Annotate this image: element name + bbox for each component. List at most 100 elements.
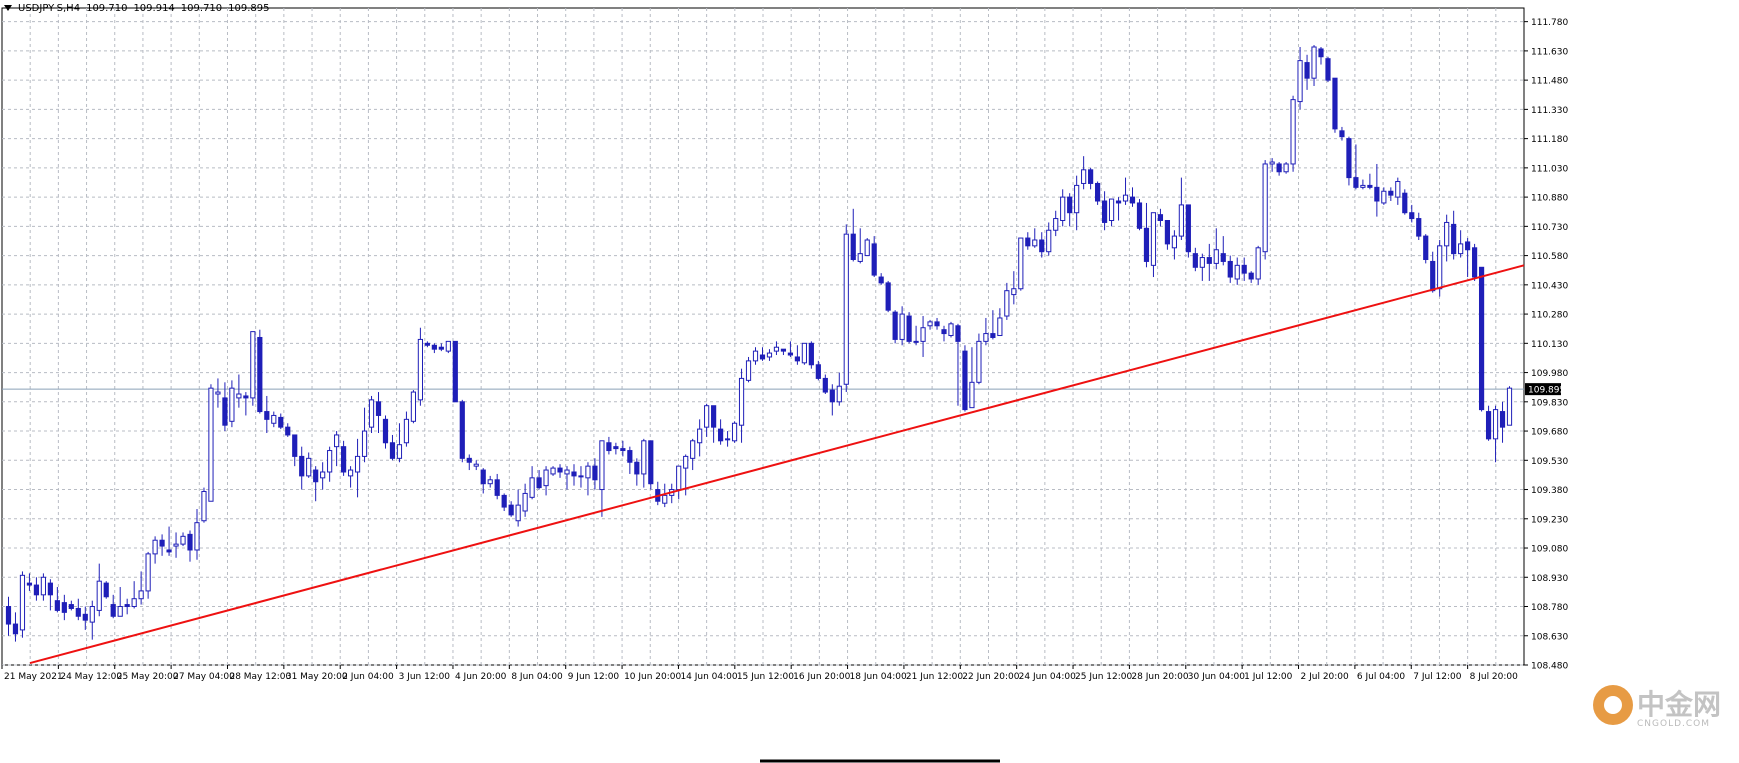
candle-bear xyxy=(1039,239,1045,253)
candle-bull xyxy=(1444,221,1450,247)
candle-bull xyxy=(473,463,479,467)
candle-bear xyxy=(592,465,598,481)
candle-bull xyxy=(250,331,256,399)
candle-bull xyxy=(1178,204,1184,237)
candle-bull xyxy=(417,338,423,401)
candle-bull xyxy=(40,576,46,596)
candle-bull xyxy=(306,457,312,477)
y-tick-label: 108.780 xyxy=(1531,603,1568,613)
x-tick-label: 21 Jun 12:00 xyxy=(906,672,963,682)
candle-bear xyxy=(54,600,60,611)
candle-bear xyxy=(187,533,193,551)
candle-bear xyxy=(634,461,640,475)
candle-bear xyxy=(794,356,800,362)
watermark: 中金网 CNGOLD.COM xyxy=(1593,683,1725,733)
candle-bear xyxy=(431,344,437,350)
candle-bull xyxy=(271,414,277,424)
candle-bull xyxy=(529,477,535,498)
candle-bear xyxy=(222,397,228,426)
candle-bear xyxy=(892,311,898,340)
candle-bull xyxy=(738,377,745,426)
candle-bear xyxy=(808,342,814,366)
candle-bull xyxy=(201,490,207,522)
candle-bear xyxy=(438,346,444,350)
y-tick-label: 109.980 xyxy=(1531,369,1568,379)
candle-bear xyxy=(466,457,472,463)
watermark-url: CNGOLD.COM xyxy=(1637,719,1711,729)
y-tick-label: 110.580 xyxy=(1531,252,1568,262)
y-tick-label: 108.480 xyxy=(1531,662,1568,672)
candle-bull xyxy=(1046,229,1052,253)
dropdown-triangle-icon[interactable] xyxy=(4,5,12,11)
candle-bear xyxy=(1227,260,1233,278)
candle-bear xyxy=(480,469,486,485)
candle-bear xyxy=(1465,241,1471,251)
candle-bull xyxy=(585,465,591,479)
candle-bear xyxy=(68,604,74,609)
candle-bear xyxy=(1485,411,1492,440)
candle-bear xyxy=(1416,218,1422,237)
candle-bear xyxy=(941,329,947,335)
candle-bull xyxy=(1290,99,1296,165)
candle-bear xyxy=(850,233,856,260)
candle-bull xyxy=(361,430,368,457)
candle-bear xyxy=(536,477,542,489)
candle-bull xyxy=(1171,235,1177,249)
candle-bear xyxy=(1332,77,1338,130)
candle-bear xyxy=(33,584,40,596)
candle-bear xyxy=(110,604,116,617)
candle-bull xyxy=(1269,161,1275,165)
candle-bull xyxy=(194,522,200,551)
candle-bull xyxy=(773,346,780,352)
candle-bull xyxy=(522,492,528,512)
candle-bear xyxy=(1451,223,1457,255)
candle-bear xyxy=(508,504,514,516)
candle-bull xyxy=(976,340,982,383)
candle-bear xyxy=(124,604,130,608)
candle-bull xyxy=(1074,184,1080,214)
candle-bull xyxy=(766,352,773,358)
candle-bull xyxy=(1381,190,1387,204)
candle-bull xyxy=(1492,409,1499,440)
candle-bear xyxy=(389,442,396,459)
candle-bull xyxy=(229,387,235,422)
candle-bull xyxy=(752,350,759,362)
candle-bear xyxy=(1143,227,1150,262)
candle-bull xyxy=(89,606,95,623)
candle-bear xyxy=(103,582,109,598)
candle-bear xyxy=(12,623,19,635)
y-tick-label: 109.830 xyxy=(1531,398,1568,408)
candle-bull xyxy=(745,360,752,381)
symbol-label: USDJPY-S,H4 xyxy=(18,3,81,14)
candle-bear xyxy=(648,440,654,485)
x-tick-label: 7 Jul 12:00 xyxy=(1413,672,1462,682)
candle-bull xyxy=(662,494,668,504)
candle-bear xyxy=(166,549,172,553)
x-tick-label: 14 Jun 04:00 xyxy=(680,672,737,682)
candle-bull xyxy=(704,405,710,428)
candle-bear xyxy=(1402,192,1408,214)
candle-bear xyxy=(278,416,284,428)
chart-window: 111.780 111.630 111.480 111.330 111.180 111.0… xyxy=(0,0,1739,763)
candle-bull xyxy=(117,606,123,617)
candle-bear xyxy=(1185,204,1191,253)
candle-bear xyxy=(82,613,88,621)
x-tick-label: 25 Jun 12:00 xyxy=(1075,672,1132,682)
x-tick-label: 1 Jul 12:00 xyxy=(1244,672,1293,682)
candle-bull xyxy=(801,342,807,364)
candle-bull xyxy=(1032,239,1038,247)
candle-bear xyxy=(759,354,766,360)
x-tick-label: 24 May 12:00 xyxy=(60,672,122,682)
candle-bear xyxy=(1276,163,1282,173)
x-tick-label: 28 Jun 20:00 xyxy=(1131,672,1188,682)
x-tick-label: 28 May 12:00 xyxy=(229,672,291,682)
candle-bear xyxy=(1095,182,1101,202)
price-chart[interactable]: 111.780 111.630 111.480 111.330 111.180 111.0… xyxy=(0,0,1739,763)
candle-bear xyxy=(313,469,319,483)
candle-bull xyxy=(445,340,451,352)
candle-bull xyxy=(1213,249,1219,264)
y-tick-label: 109.080 xyxy=(1531,545,1568,555)
candle-bear xyxy=(906,315,912,342)
candle-bear xyxy=(1472,247,1478,278)
x-tick-label: 3 Jun 12:00 xyxy=(399,672,451,682)
